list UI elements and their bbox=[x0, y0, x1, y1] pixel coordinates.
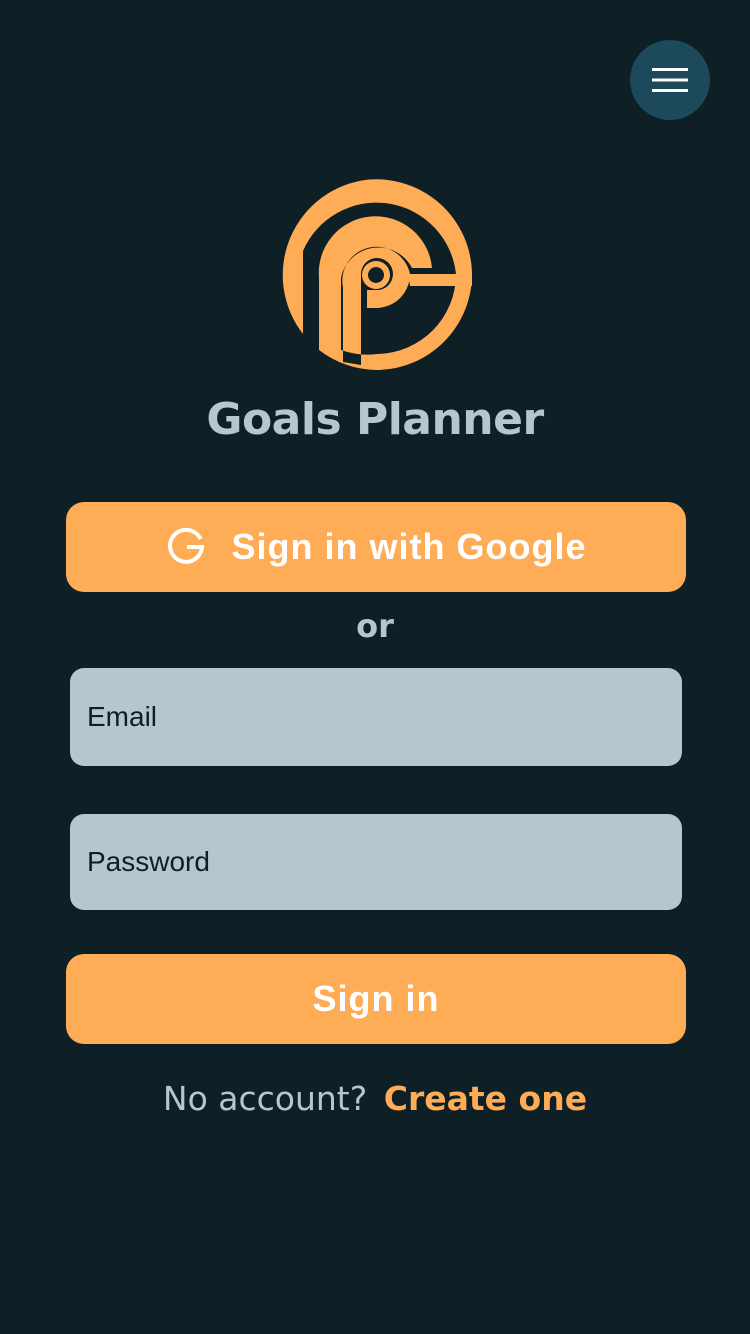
password-field[interactable] bbox=[70, 814, 682, 910]
google-signin-label: Sign in with Google bbox=[231, 526, 587, 567]
hamburger-menu-icon bbox=[652, 68, 688, 92]
no-account-text: No account? bbox=[162, 1079, 368, 1118]
app-title: Goals Planner bbox=[206, 394, 544, 445]
signin-button[interactable]: Sign in bbox=[66, 954, 686, 1044]
goals-planner-logo-icon bbox=[282, 179, 472, 370]
login-page: Goals Planner Sign in with Google or Sig… bbox=[0, 0, 750, 1334]
create-account-link[interactable]: Create one bbox=[384, 1079, 587, 1118]
email-field[interactable] bbox=[70, 668, 682, 766]
menu-button[interactable] bbox=[630, 40, 710, 120]
signup-line: No account? Create one bbox=[0, 1076, 750, 1122]
signin-label: Sign in bbox=[312, 978, 440, 1019]
or-separator: or bbox=[356, 607, 394, 645]
google-signin-button[interactable]: Sign in with Google bbox=[66, 502, 686, 592]
google-g-icon bbox=[167, 527, 204, 564]
